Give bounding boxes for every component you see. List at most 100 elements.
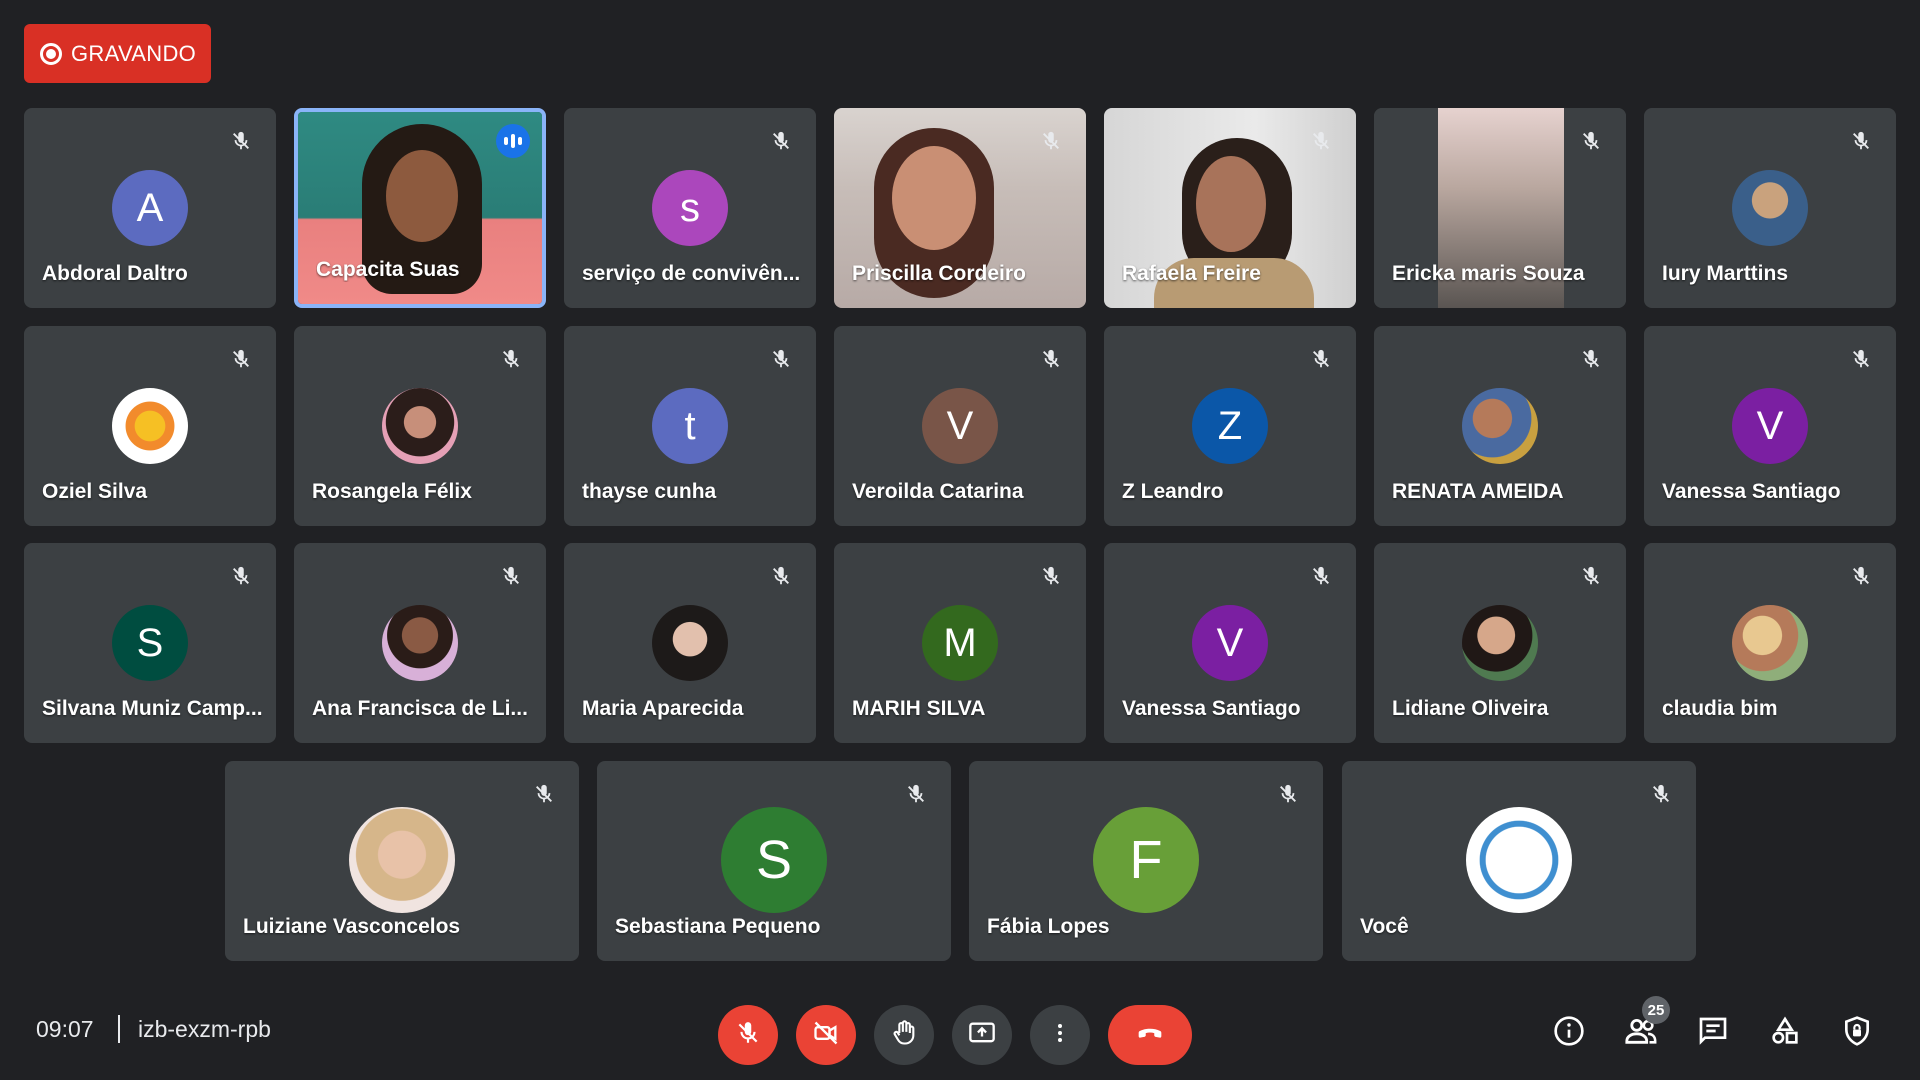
participant-name: Iury Marttins [1662,262,1789,285]
chat-button[interactable] [1690,1010,1736,1056]
participant-name: Veroilda Catarina [852,480,1024,503]
mic-off-icon [1306,561,1336,591]
avatar [382,388,458,464]
participant-tile[interactable]: Ericka maris Souza [1374,108,1626,308]
participant-tile[interactable]: V Vanessa Santiago [1644,326,1896,526]
speaking-indicator-icon [496,124,530,158]
mic-off-icon [1036,561,1066,591]
avatar [1732,605,1808,681]
present-button[interactable] [952,1005,1012,1065]
participant-tile[interactable]: s serviço de convivên... [564,108,816,308]
participant-name: MARIH SILVA [852,697,986,720]
people-button[interactable]: 25 [1618,996,1670,1056]
avatar: V [1192,605,1268,681]
participant-name: RENATA AMEIDA [1392,480,1564,503]
mic-off-icon [1273,779,1303,809]
avatar: V [922,388,998,464]
avatar: t [652,388,728,464]
mic-off-icon [766,561,796,591]
mic-off-icon [1846,126,1876,156]
call-end-icon [1133,1016,1167,1055]
mic-off-icon [766,126,796,156]
recording-badge[interactable]: GRAVANDO [24,24,211,83]
avatar: F [1093,807,1199,913]
avatar [1732,170,1808,246]
avatar: Z [1192,388,1268,464]
avatar [382,605,458,681]
recording-label: GRAVANDO [71,40,197,66]
participant-tile[interactable]: Maria Aparecida [564,543,816,743]
host-controls-button[interactable] [1834,1010,1880,1056]
mic-toggle-button[interactable] [718,1005,778,1065]
avatar: S [112,605,188,681]
participant-tile[interactable]: claudia bim [1644,543,1896,743]
mic-off-icon [496,561,526,591]
avatar [1462,605,1538,681]
mic-off-icon [1646,779,1676,809]
mic-off-icon [766,344,796,374]
mic-off-icon [226,561,256,591]
mic-off-icon [1846,561,1876,591]
avatar [1462,388,1538,464]
participant-tile[interactable]: Você [1342,761,1696,961]
mic-off-icon [1576,561,1606,591]
mic-off-icon [226,344,256,374]
mic-off-icon [1576,126,1606,156]
participant-tile[interactable]: Capacita Suas [294,108,546,308]
control-bar: 09:07 izb-exzm-rpb 25 [0,980,1920,1080]
activities-icon [1769,1015,1801,1052]
present-screen-icon [968,1019,996,1052]
meeting-details-button[interactable] [1546,1010,1592,1056]
mic-off-icon [901,779,931,809]
mic-off-icon [529,779,559,809]
more-vert-icon [1048,1021,1072,1050]
participant-tile[interactable]: Priscilla Cordeiro [834,108,1086,308]
camera-toggle-button[interactable] [796,1005,856,1065]
participant-name: thayse cunha [582,480,717,503]
mic-off-icon [1036,344,1066,374]
participant-tile[interactable]: S Sebastiana Pequeno [597,761,951,961]
mic-off-icon [1576,344,1606,374]
hand-icon [890,1019,918,1052]
avatar: S [721,807,827,913]
meeting-code[interactable]: izb-exzm-rpb [138,1016,271,1043]
avatar: M [922,605,998,681]
participant-name: Lidiane Oliveira [1392,697,1549,720]
participant-tile[interactable]: V Vanessa Santiago [1104,543,1356,743]
avatar [652,605,728,681]
participant-tile[interactable]: Ana Francisca de Li... [294,543,546,743]
mic-off-icon [496,344,526,374]
participant-tile[interactable]: Iury Marttins [1644,108,1896,308]
more-options-button[interactable] [1030,1005,1090,1065]
participant-tile[interactable]: Rafaela Freire [1104,108,1356,308]
participant-tile[interactable]: A Abdoral Daltro [24,108,276,308]
participant-name: Maria Aparecida [582,697,744,720]
participant-tile[interactable]: t thayse cunha [564,326,816,526]
participant-name: Oziel Silva [42,480,148,503]
info-icon [1553,1015,1585,1052]
participant-tile[interactable]: M MARIH SILVA [834,543,1086,743]
divider [118,1015,120,1043]
participant-tile[interactable]: F Fábia Lopes [969,761,1323,961]
participant-tile[interactable]: V Veroilda Catarina [834,326,1086,526]
avatar: V [1732,388,1808,464]
chat-icon [1697,1015,1729,1052]
avatar [1466,807,1572,913]
participant-tile[interactable]: Lidiane Oliveira [1374,543,1626,743]
leave-call-button[interactable] [1108,1005,1192,1065]
participant-tile[interactable]: Rosangela Félix [294,326,546,526]
participant-name: Sebastiana Pequeno [615,915,821,938]
avatar: s [652,170,728,246]
participant-tile[interactable]: Z Z Leandro [1104,326,1356,526]
participant-tile[interactable]: S Silvana Muniz Camp... [24,543,276,743]
participant-name: Ana Francisca de Li... [312,697,528,720]
participant-tile[interactable]: Oziel Silva [24,326,276,526]
activities-button[interactable] [1762,1010,1808,1056]
participant-name: Rosangela Félix [312,480,472,503]
participant-name: claudia bim [1662,697,1778,720]
people-count-badge: 25 [1642,996,1670,1024]
participant-tile[interactable]: RENATA AMEIDA [1374,326,1626,526]
raise-hand-button[interactable] [874,1005,934,1065]
participant-name: serviço de convivên... [582,262,801,285]
participant-tile[interactable]: Luiziane Vasconcelos [225,761,579,961]
